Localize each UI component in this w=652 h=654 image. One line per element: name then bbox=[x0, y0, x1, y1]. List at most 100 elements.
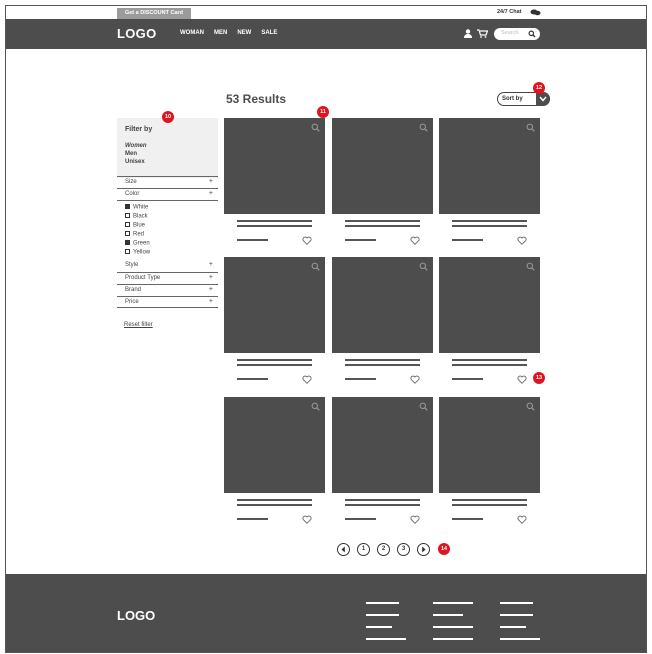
nav-item-sale[interactable]: SALE bbox=[261, 30, 277, 36]
product-image[interactable] bbox=[224, 118, 325, 214]
next-page-button[interactable] bbox=[417, 543, 430, 556]
discount-card-link[interactable]: Get a DISCOUNT Card bbox=[117, 8, 191, 19]
product-card[interactable] bbox=[332, 257, 433, 393]
checkbox[interactable] bbox=[125, 231, 130, 236]
product-image[interactable] bbox=[224, 257, 325, 353]
product-image[interactable] bbox=[332, 397, 433, 493]
zoom-icon[interactable] bbox=[526, 402, 535, 411]
filter-price[interactable]: Price + bbox=[117, 296, 218, 308]
product-card[interactable] bbox=[332, 397, 433, 533]
product-card[interactable] bbox=[224, 397, 325, 533]
checkbox[interactable] bbox=[125, 213, 130, 218]
footer-logo[interactable]: LOGO bbox=[117, 608, 155, 623]
footer-link-placeholder[interactable] bbox=[433, 614, 463, 616]
page-3-button[interactable]: 3 bbox=[397, 543, 410, 556]
product-image[interactable] bbox=[439, 118, 540, 214]
product-card[interactable] bbox=[439, 397, 540, 533]
checkbox[interactable] bbox=[125, 249, 130, 254]
filter-size[interactable]: Size + bbox=[117, 176, 218, 188]
footer-link-placeholder[interactable] bbox=[500, 626, 526, 628]
reset-filter-link[interactable]: Reset filter bbox=[124, 322, 153, 328]
header-logo[interactable]: LOGO bbox=[117, 26, 156, 41]
sort-by-dropdown[interactable]: Sort by bbox=[497, 92, 550, 106]
footer-link-placeholder[interactable] bbox=[366, 638, 406, 640]
checkbox-checked[interactable] bbox=[125, 240, 130, 245]
filter-product-type[interactable]: Product Type + bbox=[117, 272, 218, 284]
filter-gender-unisex[interactable]: Unisex bbox=[125, 159, 145, 165]
heart-icon[interactable] bbox=[302, 375, 312, 384]
product-image[interactable] bbox=[332, 257, 433, 353]
product-title-placeholder bbox=[345, 504, 420, 506]
footer-link-placeholder[interactable] bbox=[433, 638, 473, 640]
footer-link-placeholder[interactable] bbox=[500, 638, 540, 640]
checkbox-checked[interactable] bbox=[125, 204, 130, 209]
product-card[interactable] bbox=[439, 257, 540, 393]
nav-item-new[interactable]: NEW bbox=[237, 30, 251, 36]
footer-link-placeholder[interactable] bbox=[366, 626, 392, 628]
zoom-icon[interactable] bbox=[311, 262, 320, 271]
color-option-black[interactable]: Black bbox=[125, 213, 148, 220]
arrow-right-icon bbox=[422, 546, 426, 553]
filter-color[interactable]: Color + bbox=[117, 188, 218, 200]
filter-price-label: Price bbox=[125, 299, 139, 305]
zoom-icon[interactable] bbox=[419, 262, 428, 271]
page-2-button[interactable]: 2 bbox=[377, 543, 390, 556]
color-option-green[interactable]: Green bbox=[125, 240, 150, 247]
product-card[interactable] bbox=[224, 257, 325, 393]
annotation-badge: 12 bbox=[533, 82, 545, 94]
heart-icon[interactable] bbox=[302, 515, 312, 524]
nav-item-men[interactable]: MEN bbox=[214, 30, 227, 36]
search-icon[interactable] bbox=[528, 30, 536, 38]
zoom-icon[interactable] bbox=[526, 123, 535, 132]
color-option-red[interactable]: Red bbox=[125, 231, 144, 238]
heart-icon[interactable] bbox=[410, 236, 420, 245]
filter-style[interactable]: Style + bbox=[117, 260, 218, 272]
filter-brand[interactable]: Brand + bbox=[117, 284, 218, 296]
product-image[interactable] bbox=[439, 397, 540, 493]
product-title-placeholder bbox=[237, 364, 312, 366]
footer-link-placeholder[interactable] bbox=[433, 602, 473, 604]
heart-icon[interactable] bbox=[410, 515, 420, 524]
results-count: 53 Results bbox=[226, 92, 287, 106]
color-option-white[interactable]: White bbox=[125, 204, 148, 211]
sort-by-toggle[interactable] bbox=[536, 92, 550, 106]
filter-gender-women[interactable]: Women bbox=[125, 143, 147, 149]
chat-icon[interactable] bbox=[530, 9, 541, 16]
checkbox[interactable] bbox=[125, 222, 130, 227]
product-card[interactable] bbox=[332, 118, 433, 254]
zoom-icon[interactable] bbox=[311, 123, 320, 132]
chat-label[interactable]: 24/7 Chat bbox=[497, 8, 521, 17]
product-title-placeholder bbox=[237, 225, 312, 227]
heart-icon[interactable] bbox=[517, 375, 527, 384]
zoom-icon[interactable] bbox=[419, 402, 428, 411]
product-image[interactable] bbox=[224, 397, 325, 493]
zoom-icon[interactable] bbox=[526, 262, 535, 271]
product-title-placeholder bbox=[452, 499, 527, 501]
page-1-button[interactable]: 1 bbox=[357, 543, 370, 556]
product-card[interactable] bbox=[439, 118, 540, 254]
nav-item-woman[interactable]: WOMAN bbox=[180, 30, 204, 36]
product-title-placeholder bbox=[345, 364, 420, 366]
heart-icon[interactable] bbox=[517, 236, 527, 245]
product-image[interactable] bbox=[332, 118, 433, 214]
zoom-icon[interactable] bbox=[311, 402, 320, 411]
footer-link-placeholder[interactable] bbox=[366, 602, 399, 604]
product-card[interactable] bbox=[224, 118, 325, 254]
footer-link-placeholder[interactable] bbox=[366, 614, 399, 616]
filter-gender-men[interactable]: Men bbox=[125, 151, 137, 157]
heart-icon[interactable] bbox=[517, 515, 527, 524]
heart-icon[interactable] bbox=[302, 236, 312, 245]
footer-link-placeholder[interactable] bbox=[500, 602, 533, 604]
footer-link-placeholder[interactable] bbox=[433, 626, 473, 628]
color-option-yellow[interactable]: Yellow bbox=[125, 249, 150, 256]
footer-link-placeholder[interactable] bbox=[500, 614, 533, 616]
product-title-placeholder bbox=[452, 364, 527, 366]
search-input[interactable]: Search bbox=[494, 28, 540, 40]
prev-page-button[interactable] bbox=[337, 543, 350, 556]
cart-icon[interactable] bbox=[477, 29, 488, 38]
heart-icon[interactable] bbox=[410, 375, 420, 384]
product-image[interactable] bbox=[439, 257, 540, 353]
color-option-blue[interactable]: Blue bbox=[125, 222, 145, 229]
zoom-icon[interactable] bbox=[419, 123, 428, 132]
user-icon[interactable] bbox=[464, 29, 472, 38]
